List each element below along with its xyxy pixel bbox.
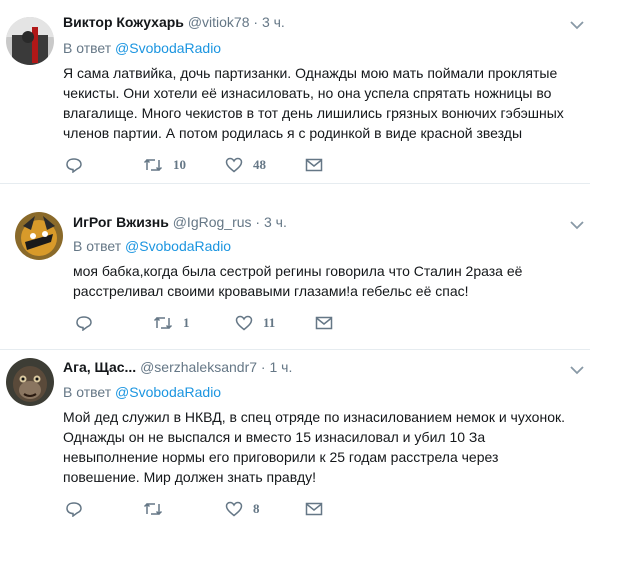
retweet-button[interactable]: 10: [143, 155, 186, 175]
heart-icon: [225, 501, 243, 517]
retweet-count: 1: [183, 315, 190, 330]
tweet-text: моя бабка,когда была сестрой регины гово…: [73, 261, 568, 301]
tweet-text: Мой дед служил в НКВД, в спец отряде по …: [63, 407, 565, 487]
tweet-text-line: Я сама латвийка, дочь партизанки. Однажд…: [63, 65, 558, 81]
tweet-time[interactable]: 3 ч.: [262, 14, 285, 30]
tweet-text-line: расстреливал своими кровавыми глазами!а …: [73, 283, 469, 299]
chevron-down-icon[interactable]: [570, 20, 584, 30]
reply-context: В ответ @SvobodaRadio: [63, 382, 221, 402]
retweet-button[interactable]: 1: [153, 313, 190, 333]
reply-icon: [66, 158, 82, 173]
avatar[interactable]: [15, 212, 63, 260]
tweet-time[interactable]: 3 ч.: [264, 214, 287, 230]
tweet-text-line: повешение. Мир должен знать правду!: [63, 469, 317, 485]
reply-mention-link[interactable]: @SvobodaRadio: [125, 238, 231, 254]
envelope-icon: [305, 158, 323, 172]
tweet-text-line: Однажды он не выспался и вместо 15 изнас…: [63, 429, 486, 445]
reply-icon: [66, 502, 82, 517]
like-count: 8: [253, 501, 260, 516]
like-count: 11: [263, 315, 276, 330]
tweet-actions: 1 11: [73, 313, 413, 333]
heart-icon: [225, 157, 243, 173]
tweet[interactable]: ИгРог Вжизнь @IgRog_rus · 3 ч. В ответ @…: [0, 184, 590, 349]
separator-dot: ·: [257, 359, 270, 375]
author-name[interactable]: ИгРог Вжизнь: [73, 214, 169, 230]
heart-icon: [235, 315, 253, 331]
reply-context: В ответ @SvobodaRadio: [73, 236, 231, 256]
like-button[interactable]: 11: [235, 313, 275, 333]
reply-button[interactable]: [65, 499, 83, 519]
tweet-actions: 8: [63, 499, 403, 519]
tweet-text-line: Мой дед служил в НКВД, в спец отряде по …: [63, 409, 565, 425]
reply-button[interactable]: [75, 313, 93, 333]
tweet-text-line: чекисты. Они хотели её изнасиловать, но …: [63, 85, 552, 101]
reply-prefix: В ответ: [63, 40, 112, 56]
like-button[interactable]: 8: [225, 499, 260, 519]
tweet-text-line: влагалище. Много чекистов в тот день лиш…: [63, 105, 564, 121]
retweet-icon: [153, 316, 173, 330]
direct-message-button[interactable]: [305, 155, 323, 175]
direct-message-button[interactable]: [305, 499, 323, 519]
author-handle[interactable]: @vitiok78: [188, 14, 250, 30]
retweet-button[interactable]: [143, 499, 173, 519]
tweet-replies-list: Виктор Кожухарь @vitiok78 · 3 ч. В ответ…: [0, 0, 622, 570]
avatar[interactable]: [6, 358, 54, 406]
reply-prefix: В ответ: [73, 238, 122, 254]
envelope-icon: [305, 502, 323, 516]
direct-message-button[interactable]: [315, 313, 333, 333]
author-handle[interactable]: @IgRog_rus: [173, 214, 252, 230]
envelope-icon: [315, 316, 333, 330]
tweet-text-line: членов партии. А потом родилась я с роди…: [63, 125, 523, 141]
retweet-count: 10: [173, 157, 186, 172]
chevron-down-icon[interactable]: [570, 365, 584, 375]
retweet-icon: [143, 502, 163, 516]
like-count: 48: [253, 157, 266, 172]
chevron-down-icon[interactable]: [570, 220, 584, 230]
tweet-text-line: моя бабка,когда была сестрой регины гово…: [73, 263, 523, 279]
reply-mention-link[interactable]: @SvobodaRadio: [115, 40, 221, 56]
author-handle[interactable]: @serzhaleksandr7: [140, 359, 257, 375]
tweet[interactable]: Ага, Щас... @serzhaleksandr7 · 1 ч. В от…: [0, 350, 590, 570]
reply-context: В ответ @SvobodaRadio: [63, 38, 221, 58]
reply-prefix: В ответ: [63, 384, 112, 400]
tweet[interactable]: Виктор Кожухарь @vitiok78 · 3 ч. В ответ…: [0, 0, 590, 183]
author-name[interactable]: Виктор Кожухарь: [63, 14, 184, 30]
separator-dot: ·: [249, 14, 262, 30]
like-button[interactable]: 48: [225, 155, 266, 175]
reply-button[interactable]: [65, 155, 83, 175]
reply-icon: [76, 316, 92, 331]
reply-mention-link[interactable]: @SvobodaRadio: [115, 384, 221, 400]
tweet-time[interactable]: 1 ч.: [269, 359, 292, 375]
avatar[interactable]: [6, 17, 54, 65]
tweet-text: Я сама латвийка, дочь партизанки. Однажд…: [63, 63, 564, 143]
tweet-text-line: невыполнение нормы его приговорили к 25 …: [63, 449, 499, 465]
author-name[interactable]: Ага, Щас...: [63, 359, 136, 375]
separator-dot: ·: [251, 214, 264, 230]
retweet-icon: [143, 158, 163, 172]
tweet-actions: 10 48: [63, 155, 403, 175]
